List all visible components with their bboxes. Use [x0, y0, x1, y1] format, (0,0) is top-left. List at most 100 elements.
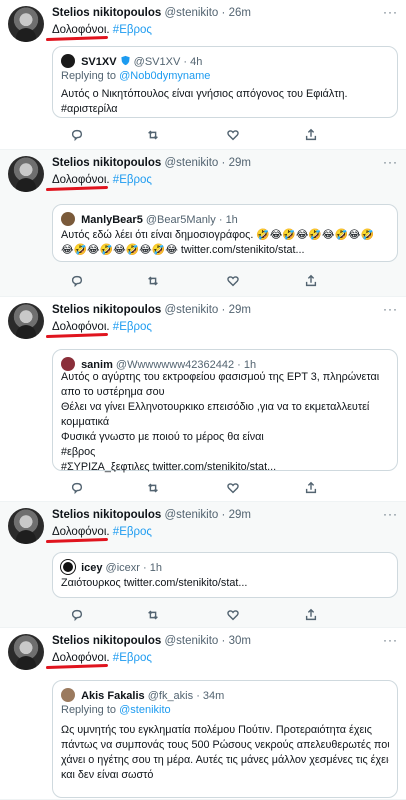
share-icon[interactable]	[304, 608, 320, 624]
quoted-line: πάντως να συμπονάς τους 500 Ρώσους νεκρο…	[61, 739, 389, 751]
reply-icon[interactable]	[70, 481, 86, 497]
separator-dot: ·	[221, 509, 226, 521]
quoted-author-handle: @SV1XV	[133, 56, 181, 68]
tweet-header: Stelios nikitopoulos @stenikito · 29m ··…	[52, 302, 398, 320]
more-icon[interactable]: ···	[383, 5, 398, 19]
tweet-text: Δολοφόνοι. #Εβρος	[52, 174, 152, 186]
retweet-icon[interactable]	[146, 608, 162, 624]
quoted-line: Αυτός εδώ λέει ότι είναι δημοσιογράφος. …	[61, 229, 374, 241]
more-icon[interactable]: ···	[383, 155, 398, 169]
tweet-text: Δολοφόνοι. #Εβρος	[52, 526, 152, 538]
quoted-tweet[interactable]: sanim @Wwwwwww42362442 · 1h Αυτός ο αγύρ…	[52, 349, 398, 473]
quoted-author-name: icey	[81, 562, 103, 574]
quoted-tweet[interactable]: icey @icexr · 1h Ζαιότουρκος twitter.com…	[52, 552, 398, 598]
replying-to-mention[interactable]: @stenikito	[119, 704, 171, 716]
quoted-line: Θέλει να γίνει Ελληνοτουρκικο επεισόδιο …	[61, 401, 370, 413]
quoted-tweet-header: icey @icexr · 1h	[61, 560, 389, 574]
quoted-line: #εβρος	[61, 446, 96, 458]
hashtag-link[interactable]: #Εβρος	[113, 526, 152, 538]
separator-dot: ·	[221, 7, 226, 19]
replying-to: Replying to @Nob0dymyname	[61, 70, 210, 82]
quoted-tweet-header: SV1XV @SV1XV · 4h	[61, 54, 389, 68]
quoted-line: 😂🤣😂🤣😂🤣😂🤣😂 twitter.com/stenikito/stat...	[61, 244, 305, 256]
author-name[interactable]: Stelios nikitopoulos	[52, 157, 161, 169]
tweet-text-body: Δολοφόνοι.	[52, 652, 110, 664]
tweet-header: Stelios nikitopoulos @stenikito · 26m ··…	[52, 5, 398, 23]
quoted-line: Αυτός ο Νικητόπουλος είναι γνήσιος απόγο…	[61, 88, 348, 100]
red-underline-annotation	[45, 35, 109, 42]
hashtag-link[interactable]: #Εβρος	[113, 24, 152, 36]
more-icon[interactable]: ···	[383, 507, 398, 521]
tweet[interactable]: Stelios nikitopoulos @stenikito · 30m ··…	[0, 628, 406, 800]
quoted-tweet[interactable]: ManlyBear5 @Bear5Manly · 1h Αυτός εδώ λέ…	[52, 204, 398, 262]
tweet[interactable]: Stelios nikitopoulos @stenikito · 29m ··…	[0, 150, 406, 297]
tweet-header: Stelios nikitopoulos @stenikito · 29m ··…	[52, 507, 398, 525]
replying-to-label: Replying to	[61, 70, 117, 82]
quoted-author-name: ManlyBear5	[81, 214, 143, 226]
hashtag-link[interactable]: #Εβρος	[113, 174, 152, 186]
quoted-line: Ζαιότουρκος twitter.com/stenikito/stat..…	[61, 577, 248, 589]
avatar[interactable]	[8, 508, 44, 544]
avatar[interactable]	[8, 156, 44, 192]
author-name[interactable]: Stelios nikitopoulos	[52, 304, 161, 316]
author-handle[interactable]: @stenikito	[164, 157, 218, 169]
tweet-time[interactable]: 29m	[229, 509, 251, 521]
retweet-icon[interactable]	[146, 128, 162, 144]
quoted-tweet-time: 1h	[225, 214, 238, 226]
separator-dot: ·	[221, 157, 226, 169]
like-icon[interactable]	[226, 481, 242, 497]
share-icon[interactable]	[304, 128, 320, 144]
tweet-header: Stelios nikitopoulos @stenikito · 29m ··…	[52, 155, 398, 173]
quoted-tweet[interactable]: SV1XV @SV1XV · 4h Replying to @Nob0dymyn…	[52, 46, 398, 118]
reply-icon[interactable]	[70, 608, 86, 624]
share-icon[interactable]	[304, 274, 320, 290]
author-handle[interactable]: @stenikito	[164, 509, 218, 521]
hashtag-link[interactable]: #Εβρος	[113, 321, 152, 333]
separator-dot: ·	[143, 562, 147, 574]
quoted-tweet-time: 34m	[202, 690, 225, 702]
replying-to-mention[interactable]: @Nob0dymyname	[119, 70, 210, 82]
author-name[interactable]: Stelios nikitopoulos	[52, 7, 161, 19]
author-name[interactable]: Stelios nikitopoulos	[52, 509, 161, 521]
tweet-actions	[52, 128, 398, 144]
tweet-actions	[52, 274, 398, 290]
like-icon[interactable]	[226, 128, 242, 144]
tweet[interactable]: Stelios nikitopoulos @stenikito · 29m ··…	[0, 297, 406, 502]
author-handle[interactable]: @stenikito	[164, 7, 218, 19]
tweet-time[interactable]: 29m	[229, 157, 251, 169]
tweet-text-body: Δολοφόνοι.	[52, 174, 110, 186]
more-icon[interactable]: ···	[383, 633, 398, 647]
quoted-author-handle: @fk_akis	[147, 690, 194, 702]
like-icon[interactable]	[226, 608, 242, 624]
quoted-author-handle: @Bear5Manly	[145, 214, 216, 226]
separator-dot: ·	[218, 214, 223, 226]
more-icon[interactable]: ···	[383, 302, 398, 316]
quoted-tweet-body: Αυτός ο Νικητόπουλος είναι γνήσιος απόγο…	[61, 87, 389, 117]
separator-dot: ·	[196, 690, 200, 702]
quoted-line: Ως υμνητής του εγκληματία πολέμου Πούτιν…	[61, 724, 372, 736]
tweet-time[interactable]: 29m	[229, 304, 251, 316]
tweet-time[interactable]: 30m	[229, 635, 251, 647]
avatar[interactable]	[8, 303, 44, 339]
quoted-tweet-body: Ζαιότουρκος twitter.com/stenikito/stat..…	[61, 576, 389, 591]
like-icon[interactable]	[226, 274, 242, 290]
author-handle[interactable]: @stenikito	[164, 304, 218, 316]
reply-icon[interactable]	[70, 274, 86, 290]
hashtag-link[interactable]: #Εβρος	[113, 652, 152, 664]
reply-icon[interactable]	[70, 128, 86, 144]
tweet[interactable]: Stelios nikitopoulos @stenikito · 26m ··…	[0, 0, 406, 150]
tweet-actions	[52, 481, 398, 497]
author-handle[interactable]: @stenikito	[164, 635, 218, 647]
quoted-author-handle: @icexr	[105, 562, 140, 574]
quoted-tweet-body: Ως υμνητής του εγκληματία πολέμου Πούτιν…	[61, 723, 389, 783]
quoted-tweet[interactable]: Akis Fakalis @fk_akis · 34m Replying to …	[52, 680, 398, 798]
tweet-time[interactable]: 26m	[229, 7, 251, 19]
avatar[interactable]	[8, 6, 44, 42]
tweet[interactable]: Stelios nikitopoulos @stenikito · 29m ··…	[0, 502, 406, 628]
avatar[interactable]	[8, 634, 44, 670]
author-name[interactable]: Stelios nikitopoulos	[52, 635, 161, 647]
retweet-icon[interactable]	[146, 481, 162, 497]
retweet-icon[interactable]	[146, 274, 162, 290]
red-underline-annotation	[45, 185, 109, 192]
share-icon[interactable]	[304, 481, 320, 497]
